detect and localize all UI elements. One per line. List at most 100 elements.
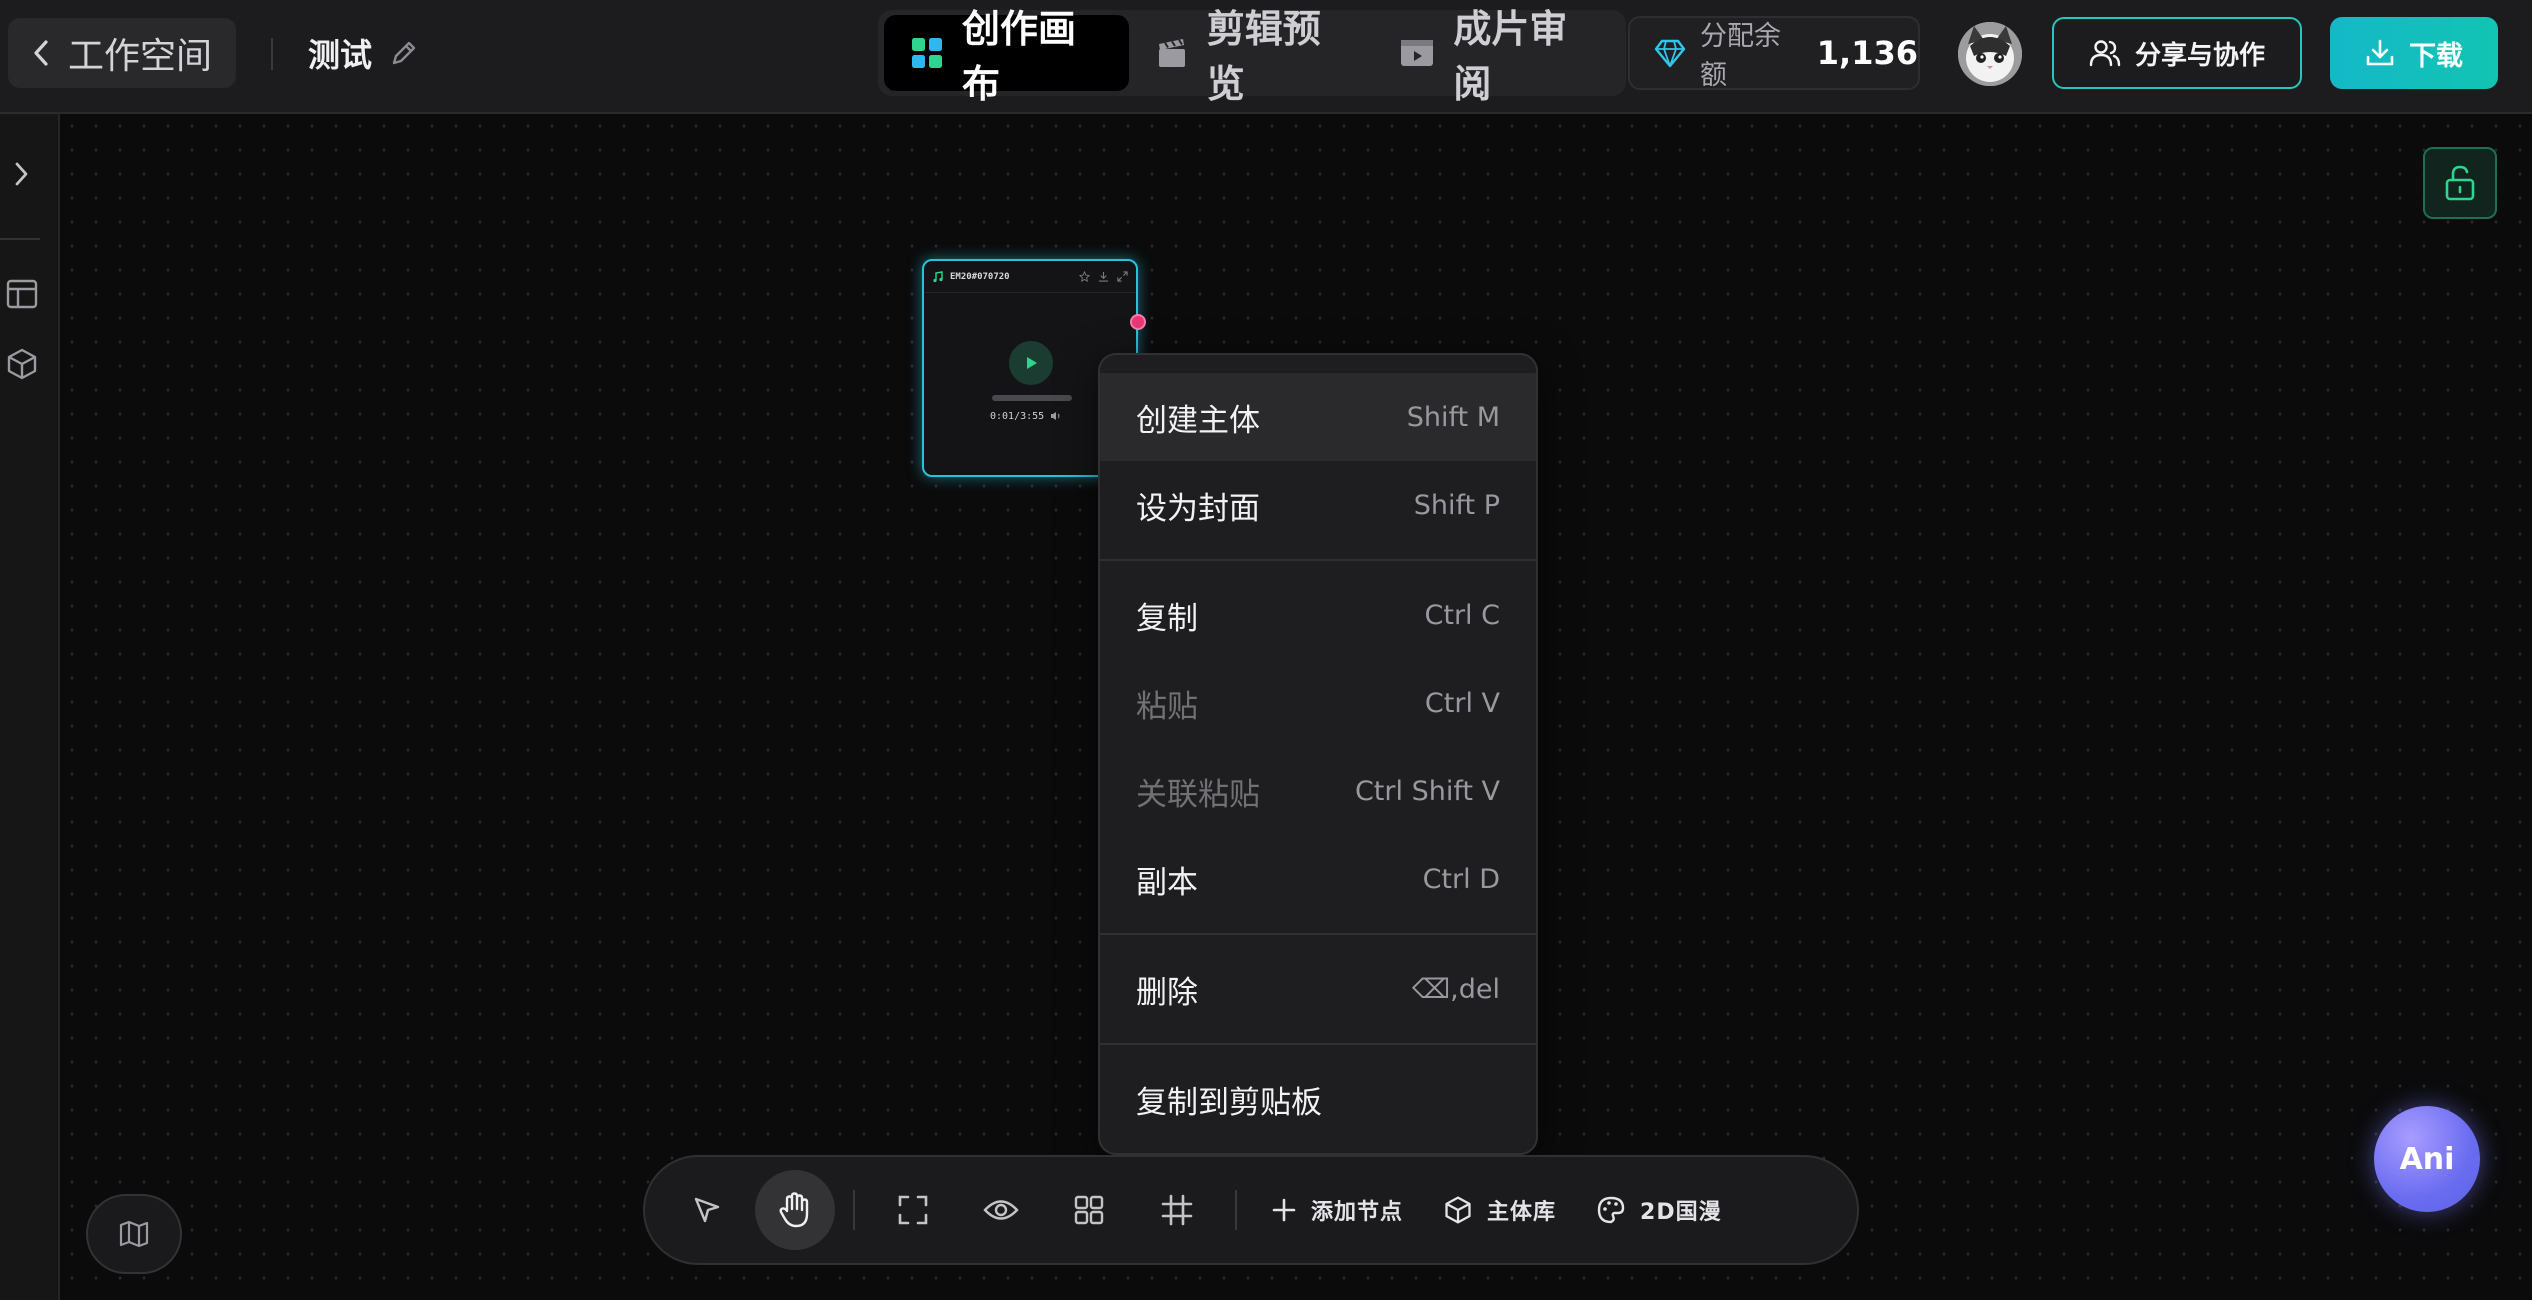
unlock-icon: [2443, 164, 2477, 202]
clapperboard-icon: [1155, 36, 1189, 70]
assets-panel-button[interactable]: [0, 342, 44, 386]
download-small-icon[interactable]: [1098, 271, 1109, 282]
menu-divider: [1100, 1043, 1536, 1045]
rail-divider: [0, 238, 40, 240]
video-frame-icon: [1399, 36, 1435, 70]
audio-progress-bar[interactable]: [992, 395, 1072, 401]
menu-item-label: 创建主体: [1136, 402, 1260, 439]
balance-display[interactable]: 分配余额 1,136: [1628, 16, 1920, 91]
audio-time-label: 0:01/3:55: [990, 411, 1045, 422]
mode-tabs: 创作画布 剪辑预览 成片审阅: [878, 7, 1626, 106]
style-label: 2D国漫: [1640, 1200, 1722, 1225]
play-icon: [1022, 354, 1040, 372]
users-icon: [2089, 38, 2121, 68]
back-label: 工作空间: [68, 36, 213, 77]
snap-grid-button[interactable]: [1137, 1170, 1217, 1250]
canvas-lock-button[interactable]: [2423, 147, 2497, 219]
minimap-button[interactable]: [86, 1194, 182, 1274]
expand-sidebar-button[interactable]: [0, 152, 44, 196]
layout-panel-button[interactable]: [0, 272, 44, 316]
tab-edit-preview[interactable]: 剪辑预览: [1129, 7, 1374, 106]
tab-label: 创作画布: [962, 7, 1077, 106]
menu-item-shortcut: Shift P: [1413, 489, 1500, 521]
download-icon: [2365, 38, 2395, 68]
layout-icon: [5, 277, 39, 311]
menu-item-label: 复制到剪贴板: [1136, 1084, 1322, 1121]
pencil-icon[interactable]: [388, 37, 420, 69]
menu-item-shortcut: Ctrl D: [1422, 863, 1500, 895]
grid-icon: [1073, 1194, 1105, 1226]
assistant-label: Ani: [2399, 1141, 2455, 1177]
tab-canvas[interactable]: 创作画布: [884, 7, 1129, 106]
audio-time: 0:01/3:55: [990, 411, 1062, 422]
project-name-label: 测试: [308, 36, 373, 74]
menu-item-shortcut: ⌫,del: [1411, 973, 1500, 1005]
top-bar: 工作空间 测试 创作画布 剪辑预览 成片审阅 分配余额 1,136 分享与协作 …: [0, 0, 2532, 114]
menu-divider: [1100, 559, 1536, 561]
menu-item-linked-paste[interactable]: 关联粘贴 Ctrl Shift V: [1100, 747, 1536, 835]
share-collaborate-button[interactable]: 分享与协作: [2052, 17, 2302, 89]
music-note-icon: [932, 270, 944, 283]
chevron-right-icon: [13, 160, 31, 188]
subject-library-label: 主体库: [1487, 1200, 1557, 1225]
balance-label: 分配余额: [1700, 21, 1781, 91]
cube-icon: [1443, 1195, 1473, 1225]
menu-item-label: 关联粘贴: [1136, 776, 1260, 813]
grid-layout-button[interactable]: [1049, 1170, 1129, 1250]
add-node-button[interactable]: 添加节点: [1251, 1170, 1423, 1250]
expand-icon[interactable]: [1117, 271, 1128, 282]
tab-final-review[interactable]: 成片审阅: [1373, 7, 1620, 106]
node-title: EM20#070720: [950, 271, 1010, 282]
subject-library-button[interactable]: 主体库: [1423, 1170, 1576, 1250]
tab-label: 成片审阅: [1453, 7, 1568, 106]
bottom-toolbar: 添加节点 主体库 2D国漫: [643, 1155, 1859, 1265]
balance-value: 1,136: [1816, 34, 1918, 72]
preview-button[interactable]: [961, 1170, 1041, 1250]
menu-item-copy-to-clipboard[interactable]: 复制到剪贴板: [1100, 1055, 1536, 1143]
project-name: 测试: [308, 30, 420, 76]
style-selector-button[interactable]: 2D国漫: [1576, 1170, 1742, 1250]
menu-item-set-cover[interactable]: 设为封面 Shift P: [1100, 461, 1536, 549]
menu-item-create-subject[interactable]: 创建主体 Shift M: [1100, 373, 1536, 461]
toolbar-divider: [853, 1190, 855, 1230]
menu-item-copy[interactable]: 复制 Ctrl C: [1100, 571, 1536, 659]
frame-corners-icon: [896, 1193, 930, 1227]
hand-tool-button[interactable]: [755, 1170, 835, 1250]
menu-item-label: 副本: [1136, 864, 1198, 901]
volume-icon[interactable]: [1050, 411, 1062, 421]
fit-view-button[interactable]: [873, 1170, 953, 1250]
star-icon[interactable]: [1079, 271, 1090, 282]
menu-item-duplicate[interactable]: 副本 Ctrl D: [1100, 835, 1536, 923]
share-label: 分享与协作: [2134, 40, 2265, 71]
hash-grid-icon: [1160, 1193, 1194, 1227]
menu-item-shortcut: Ctrl V: [1424, 687, 1500, 719]
palette-icon: [1596, 1195, 1626, 1225]
node-header[interactable]: EM20#070720: [924, 261, 1136, 293]
menu-item-paste[interactable]: 粘贴 Ctrl V: [1100, 659, 1536, 747]
select-tool-button[interactable]: [667, 1170, 747, 1250]
left-rail: [0, 114, 60, 1300]
play-button[interactable]: [1009, 341, 1053, 385]
hand-icon: [777, 1191, 813, 1229]
menu-item-delete[interactable]: 删除 ⌫,del: [1100, 945, 1536, 1033]
menu-item-shortcut: Ctrl C: [1424, 599, 1500, 631]
menu-item-shortcut: Ctrl Shift V: [1354, 775, 1500, 807]
add-node-label: 添加节点: [1311, 1200, 1404, 1225]
plus-icon: [1271, 1197, 1297, 1223]
menu-item-label: 粘贴: [1136, 688, 1198, 725]
download-button[interactable]: 下载: [2330, 17, 2498, 89]
menu-divider: [1100, 933, 1536, 935]
menu-item-label: 复制: [1136, 600, 1198, 637]
node-output-port[interactable]: [1130, 314, 1146, 330]
back-to-workspace-button[interactable]: 工作空间: [8, 18, 236, 88]
toolbar-divider: [1235, 1190, 1237, 1230]
menu-item-label: 删除: [1136, 974, 1198, 1011]
node-actions: [1079, 271, 1128, 282]
context-menu: 创建主体 Shift M 设为封面 Shift P 复制 Ctrl C 粘贴 C…: [1098, 353, 1538, 1155]
avatar[interactable]: [1958, 22, 2022, 86]
map-icon: [119, 1220, 149, 1248]
ani-assistant-button[interactable]: Ani: [2374, 1106, 2480, 1212]
diamond-icon: [1654, 38, 1686, 68]
eye-icon: [983, 1197, 1019, 1223]
cursor-arrow-icon: [691, 1194, 723, 1226]
